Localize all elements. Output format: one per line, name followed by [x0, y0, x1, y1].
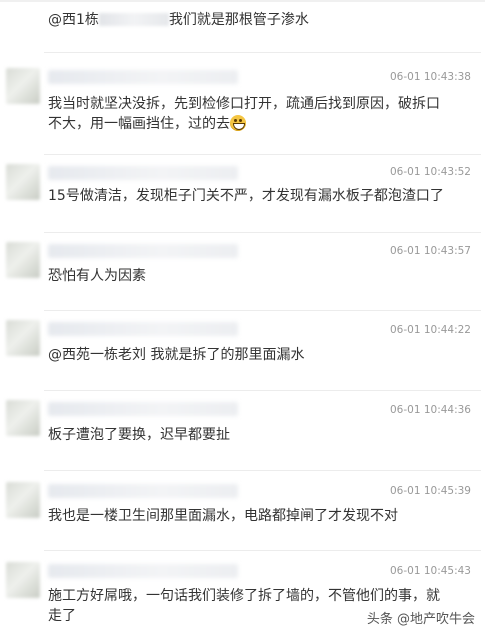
- comment-timestamp: 06-01 10:45:43: [389, 565, 471, 577]
- comment-text: 恐怕有人为因素: [48, 268, 146, 284]
- username[interactable]: [48, 70, 238, 84]
- redacted-name: [98, 13, 169, 26]
- comment-timestamp: 06-01 10:44:22: [389, 324, 471, 336]
- username[interactable]: [48, 166, 238, 180]
- comment-text: 我也是一楼卫生间那里面漏水，电路都掉闸了才发现不对: [48, 508, 398, 524]
- avatar[interactable]: [6, 562, 40, 598]
- avatar[interactable]: [6, 320, 40, 356]
- avatar[interactable]: [6, 482, 40, 518]
- comment-divider: [44, 52, 481, 53]
- comment-item: 06-01 10:43:38 我当时就坚决没拆，先到检修口打开，疏通后找到原因，…: [0, 60, 485, 156]
- username[interactable]: [48, 564, 238, 578]
- comment-timestamp: 06-01 10:45:39: [389, 485, 471, 497]
- avatar[interactable]: [6, 164, 40, 200]
- avatar[interactable]: [6, 242, 40, 278]
- comment-divider: [44, 550, 481, 551]
- avatar[interactable]: [6, 400, 40, 436]
- username[interactable]: [48, 484, 238, 498]
- comment-timestamp: 06-01 10:43:52: [389, 166, 471, 178]
- grinning-face-icon: [230, 115, 246, 131]
- watermark: 头条 @地产吹牛会: [366, 612, 475, 627]
- comment-text: 板子遭泡了要换，迟早都要扯: [48, 427, 230, 443]
- comment-divider: [44, 154, 481, 155]
- comment-timestamp: 06-01 10:43:38: [389, 71, 471, 83]
- comment-text: 15号做清洁，发现柜子门关不严，才发现有漏水板子都泡渣口了: [48, 188, 444, 204]
- username[interactable]: [48, 322, 238, 336]
- comment-item: 06-01 10:44:22 @西苑一栋老刘 我就是拆了的那里面漏水: [0, 318, 485, 396]
- avatar[interactable]: [6, 68, 40, 104]
- comment-item: 06-01 10:45:39 我也是一楼卫生间那里面漏水，电路都掉闸了才发现不对: [0, 476, 485, 556]
- comment-feed: @西1栋 我们就是那根管子渗水 06-01 10:43:38 我当时就坚决没拆，先…: [0, 0, 485, 637]
- comment-item: 06-01 10:43:52 15号做清洁，发现柜子门关不严，才发现有漏水板子都…: [0, 160, 485, 238]
- comment-divider: [44, 470, 481, 471]
- comment-divider: [44, 390, 481, 391]
- comment-text: 我当时就坚决没拆，先到检修口打开，疏通后找到原因，破拆口不大，用一幅画挡住，过的…: [48, 94, 453, 134]
- comment-item: 06-01 10:44:36 板子遭泡了要换，迟早都要扯: [0, 398, 485, 476]
- comment-timestamp: 06-01 10:44:36: [389, 404, 471, 416]
- comment-item: @西1栋 我们就是那根管子渗水: [0, 0, 485, 53]
- mention-prefix[interactable]: @西1栋: [48, 12, 99, 28]
- comment-divider: [44, 310, 481, 311]
- comment-item: 06-01 10:43:57 恐怕有人为因素: [0, 238, 485, 316]
- comment-timestamp: 06-01 10:43:57: [389, 245, 471, 257]
- comment-text: @西1栋 我们就是那根管子渗水: [48, 10, 453, 30]
- comment-text-tail: 我们就是那根管子渗水: [168, 12, 309, 28]
- comment-text: @西苑一栋老刘 我就是拆了的那里面漏水: [48, 347, 305, 363]
- username[interactable]: [48, 244, 238, 258]
- comment-divider: [44, 232, 481, 233]
- username[interactable]: [48, 402, 238, 416]
